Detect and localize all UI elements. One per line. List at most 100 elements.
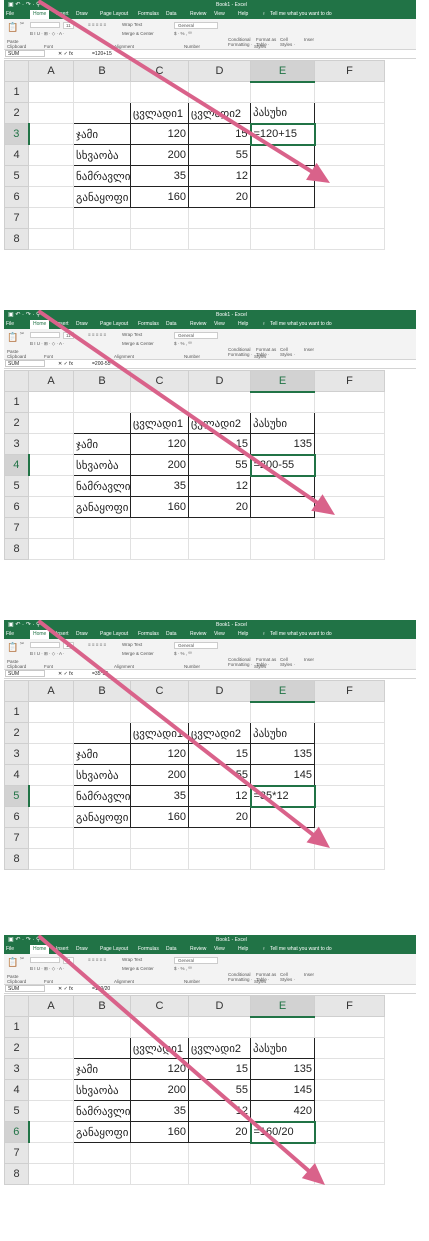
cell-f8[interactable] — [314, 538, 385, 560]
font-name-box[interactable] — [30, 332, 60, 338]
cell-b7[interactable] — [73, 517, 131, 539]
tab-insert[interactable]: Insert — [56, 630, 69, 639]
formula-input[interactable]: =35*12 — [92, 670, 108, 679]
cell-f1[interactable] — [314, 81, 385, 103]
cell-c1[interactable] — [130, 81, 189, 103]
header-cell-answer[interactable]: პასუხი — [250, 1037, 315, 1059]
row-label-cell[interactable]: ნამრავლი — [73, 785, 131, 807]
row-header-4[interactable]: 4 — [4, 1079, 29, 1101]
row-label-cell[interactable]: განაყოფი — [73, 496, 131, 518]
cell-c7[interactable] — [130, 207, 189, 229]
tab-formulas[interactable]: Formulas — [138, 945, 159, 954]
var2-cell[interactable]: 55 — [188, 1079, 251, 1101]
row-label-cell[interactable]: სხვაობა — [73, 144, 131, 166]
answer-cell[interactable] — [250, 496, 315, 518]
quick-access-toolbar[interactable]: ▣ ↶ · ↷ · ⚲ — [8, 935, 40, 945]
cell-d7[interactable] — [188, 517, 251, 539]
tab-page-layout[interactable]: Page Layout — [100, 320, 128, 329]
var1-cell[interactable]: 120 — [130, 433, 189, 455]
formula-icons[interactable]: ✕ ✓ fx — [58, 50, 73, 59]
var2-cell[interactable]: 55 — [188, 764, 251, 786]
formula-input[interactable]: =200-55 — [92, 360, 111, 369]
column-header-f[interactable]: F — [314, 995, 385, 1017]
tab-page-layout[interactable]: Page Layout — [100, 630, 128, 639]
row-header-8[interactable]: 8 — [4, 228, 29, 250]
font-format-controls[interactable]: B I U · ⊞ · ◇ · A · — [30, 966, 64, 972]
cell-e1[interactable] — [250, 1016, 315, 1038]
cell-f1[interactable] — [314, 391, 385, 413]
column-header-c[interactable]: C — [130, 60, 189, 82]
row-label-cell[interactable]: ნამრავლი — [73, 165, 131, 187]
cell-f1[interactable] — [314, 701, 385, 723]
cell-a6[interactable] — [28, 806, 74, 828]
font-format-controls[interactable]: B I U · ⊞ · ◇ · A · — [30, 341, 64, 347]
cell-b7[interactable] — [73, 207, 131, 229]
cell-f2[interactable] — [314, 722, 385, 744]
row-header-7[interactable]: 7 — [4, 207, 29, 229]
cell-a7[interactable] — [28, 827, 74, 849]
cell-b2[interactable] — [73, 102, 131, 124]
row-header-4[interactable]: 4 — [4, 454, 30, 476]
cell-d7[interactable] — [188, 827, 251, 849]
tab-formulas[interactable]: Formulas — [138, 320, 159, 329]
cell-f6[interactable] — [314, 806, 385, 828]
tab-file[interactable]: File — [6, 320, 14, 329]
name-box[interactable]: SUM — [5, 670, 45, 677]
answer-cell[interactable] — [250, 165, 315, 187]
var1-cell[interactable]: 35 — [130, 785, 189, 807]
column-header-a[interactable]: A — [28, 370, 74, 392]
var1-cell[interactable]: 160 — [130, 186, 189, 208]
column-header-e[interactable]: E — [250, 680, 315, 703]
var1-cell[interactable]: 120 — [130, 1058, 189, 1080]
column-header-a[interactable]: A — [28, 60, 74, 82]
font-format-controls[interactable]: B I U · ⊞ · ◇ · A · — [30, 31, 64, 37]
row-header-3[interactable]: 3 — [4, 1058, 29, 1080]
name-box[interactable]: SUM — [5, 50, 45, 57]
tell-me-search[interactable]: Tell me what you want to do — [270, 630, 332, 639]
var1-cell[interactable]: 200 — [130, 1079, 189, 1101]
column-header-e[interactable]: E — [250, 370, 315, 393]
cell-a3[interactable] — [28, 743, 74, 765]
tab-file[interactable]: File — [6, 945, 14, 954]
cell-a5[interactable] — [28, 475, 74, 497]
cell-a1[interactable] — [28, 701, 74, 723]
number-format-box[interactable]: General — [174, 332, 218, 339]
row-header-7[interactable]: 7 — [4, 1142, 29, 1164]
wrap-text-button[interactable]: Wrap Text — [122, 957, 142, 962]
tab-data[interactable]: Data — [166, 945, 177, 954]
cell-d8[interactable] — [188, 848, 251, 870]
tab-insert[interactable]: Insert — [56, 945, 69, 954]
answer-cell[interactable]: 145 — [250, 1079, 315, 1101]
wrap-text-button[interactable]: Wrap Text — [122, 332, 142, 337]
insert-cells-button[interactable]: Inser — [304, 37, 314, 42]
tab-file[interactable]: File — [6, 630, 14, 639]
row-label-cell[interactable]: ნამრავლი — [73, 1100, 131, 1122]
row-header-1[interactable]: 1 — [4, 391, 29, 413]
tab-draw[interactable]: Draw — [76, 630, 88, 639]
cut-icon[interactable]: ✂ — [20, 956, 24, 962]
column-header-b[interactable]: B — [73, 680, 131, 702]
merge-center-button[interactable]: Merge & Center — [122, 31, 154, 36]
cell-b2[interactable] — [73, 722, 131, 744]
row-header-2[interactable]: 2 — [4, 722, 29, 744]
cell-f3[interactable] — [314, 1058, 385, 1080]
cell-a4[interactable] — [28, 764, 74, 786]
cell-d7[interactable] — [188, 207, 251, 229]
cell-c7[interactable] — [130, 517, 189, 539]
cell-f8[interactable] — [314, 848, 385, 870]
var2-cell[interactable]: 15 — [188, 123, 251, 145]
cell-a5[interactable] — [28, 785, 74, 807]
tab-formulas[interactable]: Formulas — [138, 10, 159, 19]
var2-cell[interactable]: 20 — [188, 806, 251, 828]
cell-e8[interactable] — [250, 1163, 315, 1185]
var1-cell[interactable]: 200 — [130, 764, 189, 786]
row-header-3[interactable]: 3 — [4, 123, 30, 145]
var1-cell[interactable]: 35 — [130, 475, 189, 497]
row-header-3[interactable]: 3 — [4, 433, 29, 455]
number-format-controls[interactable]: $ · % , ⁰⁰ — [174, 31, 192, 37]
var1-cell[interactable]: 200 — [130, 454, 189, 476]
cell-f7[interactable] — [314, 827, 385, 849]
answer-cell[interactable]: 135 — [250, 433, 315, 455]
row-label-cell[interactable]: ნამრავლი — [73, 475, 131, 497]
header-cell-answer[interactable]: პასუხი — [250, 722, 315, 744]
